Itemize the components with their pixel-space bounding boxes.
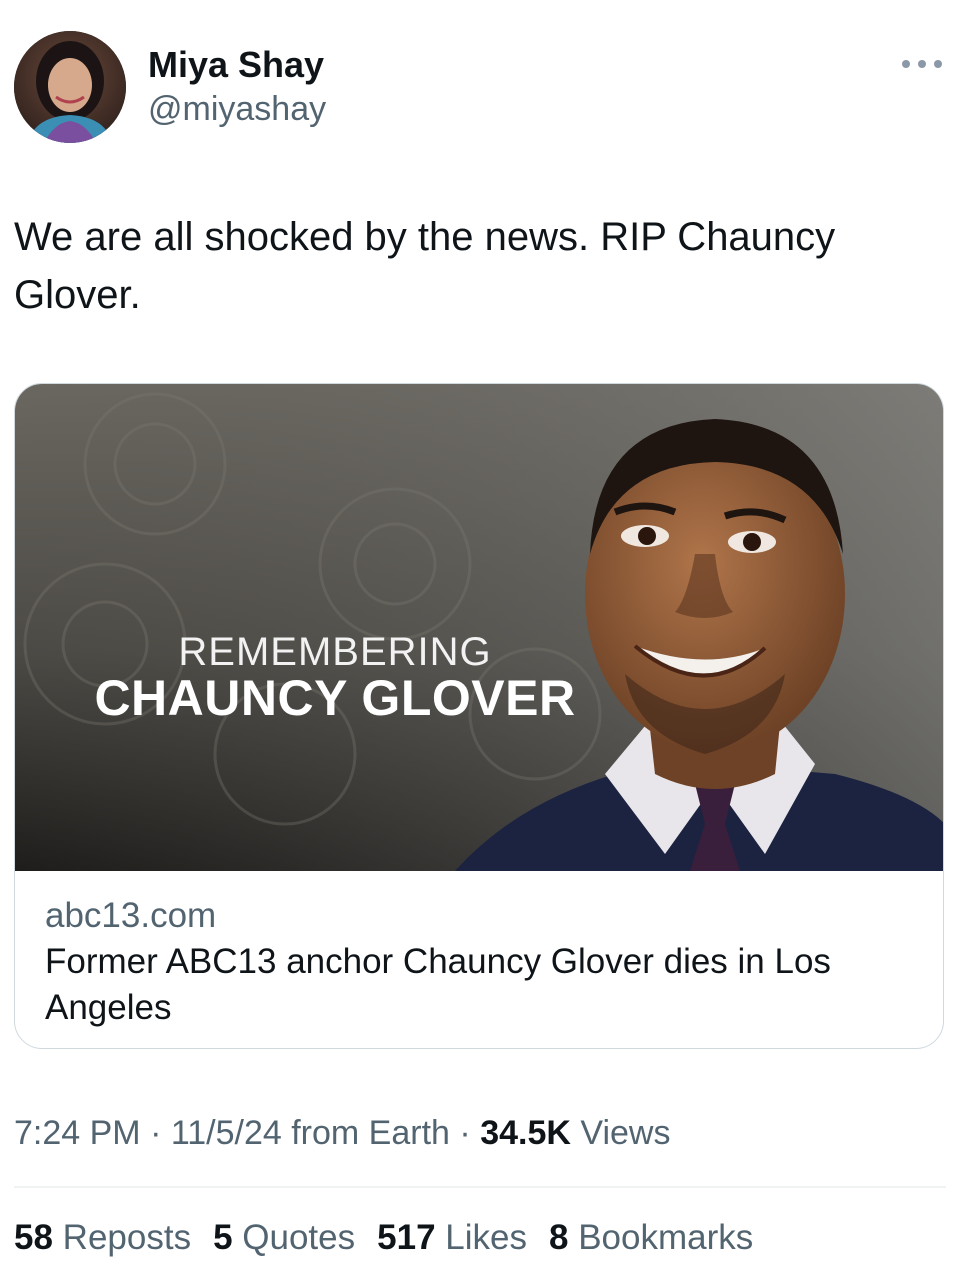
avatar[interactable] bbox=[14, 31, 126, 143]
dot bbox=[902, 60, 910, 68]
reposts-stat[interactable]: 58 Reposts bbox=[14, 1215, 191, 1261]
likes-count: 517 bbox=[377, 1218, 436, 1257]
reposts-count: 58 bbox=[14, 1218, 53, 1257]
divider bbox=[14, 1186, 946, 1188]
card-meta: abc13.com Former ABC13 anchor Chauncy Gl… bbox=[45, 893, 915, 1031]
card-domain: abc13.com bbox=[45, 896, 217, 935]
engagement-stats: 58 Reposts 5 Quotes 517 Likes 8 Bookmark… bbox=[14, 1215, 753, 1261]
bookmarks-count: 8 bbox=[549, 1218, 569, 1257]
views-count[interactable]: 34.5K bbox=[480, 1114, 571, 1152]
link-card[interactable]: REMEMBERING CHAUNCY GLOVER abc13.com For… bbox=[14, 383, 944, 1049]
card-image-caption-line1: REMEMBERING bbox=[178, 630, 492, 674]
author-info: Miya Shay @miyashay bbox=[148, 43, 326, 131]
avatar-image bbox=[14, 31, 126, 143]
tweet-date[interactable]: 11/5/24 bbox=[171, 1114, 282, 1152]
more-options-icon[interactable] bbox=[902, 52, 942, 76]
dot bbox=[918, 60, 926, 68]
card-image-caption-line2: CHAUNCY GLOVER bbox=[94, 670, 576, 726]
author-name[interactable]: Miya Shay bbox=[148, 43, 326, 87]
quotes-stat[interactable]: 5 Quotes bbox=[213, 1215, 355, 1261]
card-title: Former ABC13 anchor Chauncy Glover dies … bbox=[45, 942, 831, 1027]
tweet-meta: 7:24 PM · 11/5/24 from Earth · 34.5K Vie… bbox=[14, 1110, 670, 1156]
card-photo bbox=[15, 384, 943, 871]
likes-stat[interactable]: 517 Likes bbox=[377, 1215, 527, 1261]
dot bbox=[934, 60, 942, 68]
meta-separator: · bbox=[459, 1114, 471, 1152]
views-label[interactable]: Views bbox=[580, 1114, 670, 1152]
bookmarks-stat[interactable]: 8 Bookmarks bbox=[549, 1215, 753, 1261]
tweet-source: from Earth bbox=[291, 1114, 450, 1152]
likes-label: Likes bbox=[445, 1218, 527, 1257]
bookmarks-label: Bookmarks bbox=[578, 1218, 754, 1257]
card-image: REMEMBERING CHAUNCY GLOVER bbox=[15, 384, 943, 871]
reposts-label: Reposts bbox=[62, 1218, 192, 1257]
quotes-label: Quotes bbox=[242, 1218, 356, 1257]
meta-separator: · bbox=[150, 1114, 162, 1152]
tweet-time[interactable]: 7:24 PM bbox=[14, 1114, 141, 1152]
quotes-count: 5 bbox=[213, 1218, 233, 1257]
author-handle[interactable]: @miyashay bbox=[148, 87, 326, 131]
tweet-text: We are all shocked by the news. RIP Chau… bbox=[14, 215, 836, 317]
